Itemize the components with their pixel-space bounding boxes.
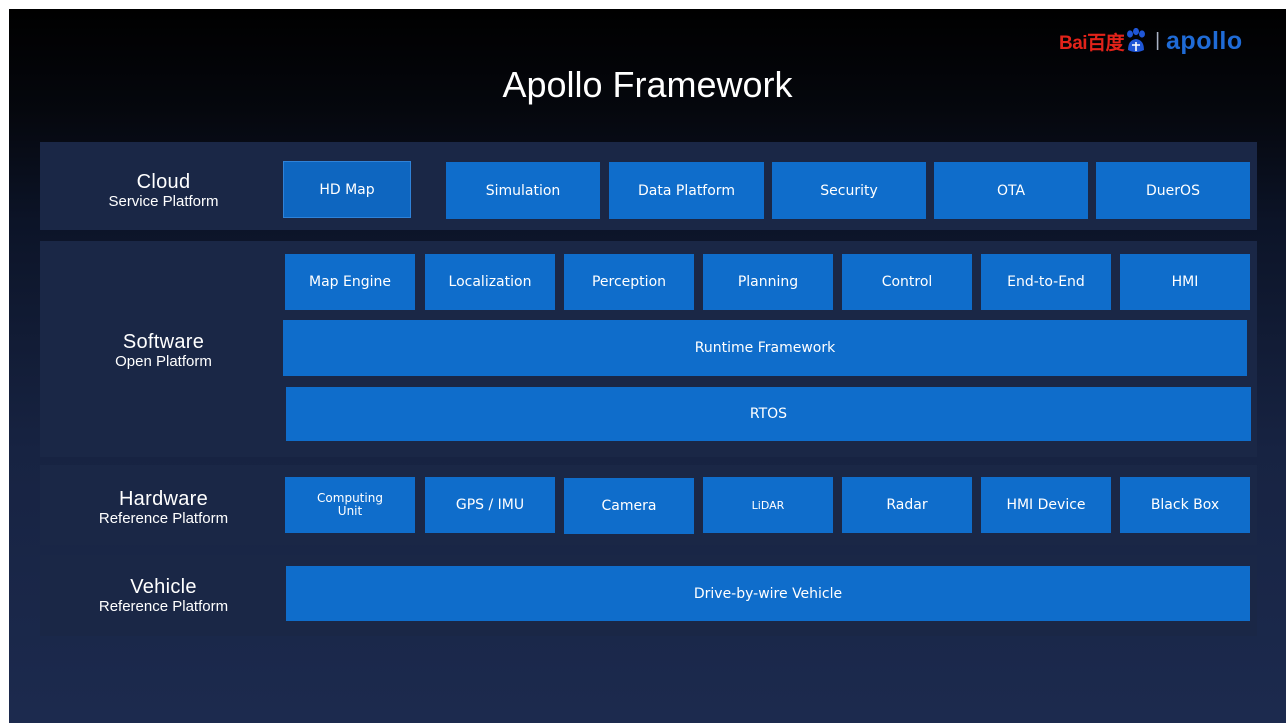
- cloud-layer-label: Cloud Service Platform: [40, 171, 287, 211]
- cloud-block-hd-map[interactable]: HD Map: [283, 161, 411, 218]
- rtos-block[interactable]: RTOS: [286, 387, 1251, 441]
- apollo-logo-text: apollo: [1166, 26, 1243, 55]
- software-module-planning[interactable]: Planning: [703, 254, 833, 310]
- hardware-block-lidar[interactable]: LiDAR: [703, 477, 833, 533]
- slide: Bai百度 | apollo Apollo Framework Cloud Se…: [9, 9, 1286, 723]
- vehicle-layer-label: Vehicle Reference Platform: [40, 576, 287, 616]
- hardware-block-camera[interactable]: Camera: [564, 478, 694, 534]
- baidu-logo-text: Bai百度: [1059, 32, 1125, 54]
- cloud-layer-title: Cloud: [136, 171, 191, 193]
- logo: Bai百度 | apollo: [1059, 23, 1243, 59]
- software-module-map-engine[interactable]: Map Engine: [285, 254, 415, 310]
- hardware-block-computing-unit[interactable]: Computing Unit: [285, 477, 415, 533]
- hardware-layer-subtitle: Reference Platform: [98, 510, 229, 527]
- hardware-layer-title: Hardware: [118, 488, 209, 510]
- hardware-block-radar[interactable]: Radar: [842, 477, 972, 533]
- baidu-paw-icon: [1127, 28, 1146, 52]
- diagram-title: Apollo Framework: [502, 64, 793, 105]
- hardware-block-hmi-device[interactable]: HMI Device: [981, 477, 1111, 533]
- cloud-layer-subtitle: Service Platform: [108, 193, 219, 210]
- runtime-framework-block[interactable]: Runtime Framework: [283, 320, 1247, 376]
- software-module-perception[interactable]: Perception: [564, 254, 694, 310]
- cloud-block-data-platform[interactable]: Data Platform: [609, 162, 764, 219]
- software-layer-subtitle: Open Platform: [115, 353, 212, 370]
- hardware-block-black-box[interactable]: Black Box: [1120, 477, 1250, 533]
- software-module-end-to-end[interactable]: End-to-End: [981, 254, 1111, 310]
- logo-separator: |: [1155, 30, 1161, 51]
- software-module-localization[interactable]: Localization: [425, 254, 555, 310]
- software-layer-title: Software: [122, 331, 205, 353]
- hardware-block-gps-imu[interactable]: GPS / IMU: [425, 477, 555, 533]
- software-layer-label: Software Open Platform: [40, 331, 287, 371]
- software-module-hmi[interactable]: HMI: [1120, 254, 1250, 310]
- software-module-control[interactable]: Control: [842, 254, 972, 310]
- cloud-block-security[interactable]: Security: [772, 162, 926, 219]
- hardware-layer-label: Hardware Reference Platform: [40, 488, 287, 528]
- cloud-block-ota[interactable]: OTA: [934, 162, 1088, 219]
- cloud-block-simulation[interactable]: Simulation: [446, 162, 600, 219]
- vehicle-layer-title: Vehicle: [130, 576, 197, 598]
- cloud-block-dueros[interactable]: DuerOS: [1096, 162, 1250, 219]
- drive-by-wire-vehicle-block[interactable]: Drive-by-wire Vehicle: [286, 566, 1250, 621]
- vehicle-layer-subtitle: Reference Platform: [98, 598, 229, 615]
